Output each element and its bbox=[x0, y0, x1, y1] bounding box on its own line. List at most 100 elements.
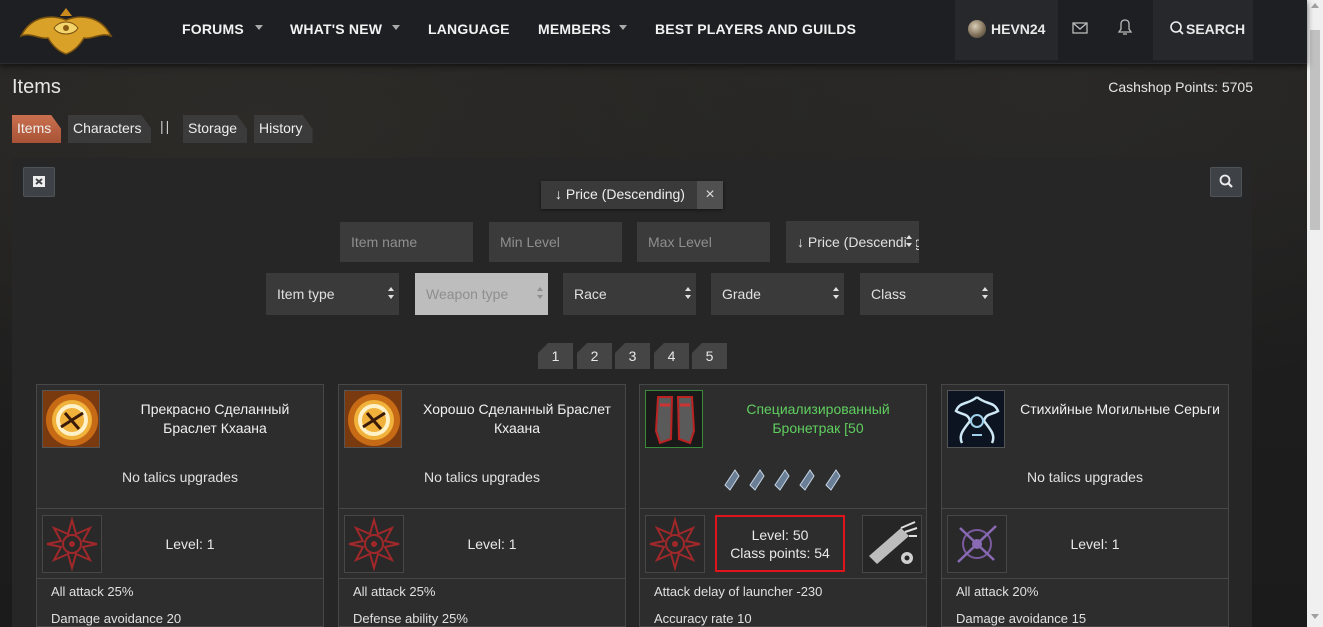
grade-value: Grade bbox=[722, 286, 761, 302]
weapon-type-select[interactable]: Weapon type bbox=[415, 273, 548, 315]
nav-forums[interactable]: FORUMS bbox=[182, 0, 244, 58]
talic-gem-icon bbox=[825, 469, 841, 491]
class-value: Class bbox=[871, 286, 907, 302]
search-icon bbox=[1219, 174, 1233, 188]
bell-icon bbox=[1117, 19, 1133, 35]
select-arrows-icon bbox=[537, 287, 543, 301]
item-name: Стихийные Могильные Серьги bbox=[1020, 401, 1220, 417]
armor-legs-icon bbox=[645, 390, 703, 448]
divider bbox=[942, 508, 1228, 509]
item-name-input[interactable] bbox=[340, 222, 473, 262]
divider bbox=[339, 578, 625, 579]
launcher-icon bbox=[862, 515, 922, 573]
item-type-select[interactable]: Item type bbox=[266, 273, 399, 315]
cashshop-points: Cashshop Points: 5705 bbox=[1108, 79, 1253, 95]
level-class-points-box: Level: 50 Class points: 54 bbox=[715, 515, 845, 572]
search-icon bbox=[1170, 21, 1184, 35]
item-name: Специализированный Бронетрак [50 bbox=[746, 401, 890, 436]
user-menu[interactable]: HEVN24 bbox=[955, 0, 1058, 60]
avatar bbox=[968, 20, 986, 38]
item-stat: Damage avoidance 15 bbox=[956, 611, 1087, 626]
clear-filters-button[interactable] bbox=[23, 167, 55, 197]
scroll-thumb[interactable] bbox=[1310, 30, 1320, 230]
envelope-icon bbox=[1072, 22, 1088, 34]
grade-select[interactable]: Grade bbox=[711, 273, 844, 315]
star-emblem-icon bbox=[645, 515, 705, 573]
scroll-down-icon[interactable] bbox=[1311, 614, 1319, 619]
username: HEVN24 bbox=[991, 21, 1046, 37]
max-level-input[interactable] bbox=[637, 222, 770, 262]
select-arrows-icon bbox=[388, 287, 394, 301]
item-stat: Defense ability 25% bbox=[353, 611, 468, 626]
class-points: Class points: 54 bbox=[730, 545, 830, 561]
race-select[interactable]: Race bbox=[563, 273, 696, 315]
select-arrows-icon bbox=[833, 287, 839, 301]
nav-whats-new[interactable]: WHAT'S NEW bbox=[290, 0, 382, 58]
search-button[interactable]: SEARCH bbox=[1153, 0, 1253, 60]
item-card[interactable]: Хорошо Сделанный Браслет Кхаана No talic… bbox=[338, 384, 626, 627]
item-level: Level: 50 bbox=[751, 527, 809, 543]
class-select[interactable]: Class bbox=[860, 273, 993, 315]
page-title: Items bbox=[12, 76, 61, 98]
item-type-value: Item type bbox=[277, 286, 335, 302]
sort-select-value: ↓ Price (Descending) bbox=[797, 234, 919, 250]
divider bbox=[640, 508, 926, 509]
item-stat: All attack 20% bbox=[956, 584, 1039, 599]
scroll-up-icon[interactable] bbox=[1311, 3, 1319, 8]
tab-history[interactable]: History bbox=[254, 115, 313, 143]
nav-best-players[interactable]: BEST PLAYERS AND GUILDS bbox=[655, 0, 856, 58]
chevron-down-icon[interactable] bbox=[392, 25, 400, 30]
active-sort-chip: ↓ Price (Descending) × bbox=[541, 181, 723, 209]
talic-gem-icon bbox=[749, 469, 765, 491]
talics-status: No talics upgrades bbox=[424, 469, 540, 485]
tab-characters[interactable]: Characters bbox=[68, 115, 151, 143]
earrings-icon bbox=[947, 390, 1005, 448]
divider bbox=[942, 578, 1228, 579]
select-arrows-icon bbox=[982, 287, 988, 301]
item-stat: Damage avoidance 20 bbox=[51, 611, 182, 626]
divider bbox=[640, 578, 926, 579]
bracelet-icon bbox=[344, 390, 402, 448]
chevron-down-icon[interactable] bbox=[619, 25, 627, 30]
page-scrollbar[interactable] bbox=[1307, 0, 1323, 627]
divider bbox=[37, 508, 323, 509]
inbox-button[interactable] bbox=[1058, 0, 1102, 58]
sort-chip-label: ↓ Price (Descending) bbox=[555, 186, 685, 202]
talic-gem-icon bbox=[799, 469, 815, 491]
tab-storage[interactable]: Storage bbox=[183, 115, 247, 143]
remove-sort-button[interactable]: × bbox=[697, 181, 723, 209]
item-card[interactable]: Стихийные Могильные Серьги No talics upg… bbox=[941, 384, 1229, 627]
item-level: Level: 1 bbox=[1070, 536, 1120, 552]
site-logo[interactable] bbox=[16, 6, 116, 56]
tab-separator: || bbox=[160, 118, 172, 134]
item-stat: Accuracy rate 10 bbox=[654, 611, 752, 626]
item-level: Level: 1 bbox=[165, 536, 215, 552]
item-card[interactable]: Специализированный Бронетрак [50 Level: … bbox=[639, 384, 927, 627]
talics-status: No talics upgrades bbox=[122, 469, 238, 485]
item-stat: All attack 25% bbox=[353, 584, 436, 599]
select-arrows-icon bbox=[906, 235, 916, 251]
tab-items[interactable]: Items bbox=[12, 115, 61, 143]
item-name: Хорошо Сделанный Браслет Кхаана bbox=[423, 401, 611, 436]
min-level-input[interactable] bbox=[489, 222, 622, 262]
top-navigation: FORUMS WHAT'S NEW LANGUAGE MEMBERS BEST … bbox=[0, 0, 1307, 64]
weapon-type-value: Weapon type bbox=[426, 286, 509, 302]
search-label: SEARCH bbox=[1186, 21, 1246, 37]
item-level: Level: 1 bbox=[467, 536, 517, 552]
divider bbox=[339, 508, 625, 509]
select-arrows-icon bbox=[685, 287, 691, 301]
chevron-down-icon[interactable] bbox=[255, 25, 263, 30]
sort-select[interactable]: ↓ Price (Descending) bbox=[786, 221, 919, 263]
alerts-button[interactable] bbox=[1103, 0, 1147, 58]
item-stat: Attack delay of launcher -230 bbox=[654, 584, 823, 599]
nav-members[interactable]: MEMBERS bbox=[538, 0, 611, 58]
close-icon bbox=[33, 176, 45, 187]
bracelet-icon bbox=[42, 390, 100, 448]
item-card[interactable]: Прекрасно Сделанный Браслет Кхаана No ta… bbox=[36, 384, 324, 627]
talic-gem-icon bbox=[724, 469, 740, 491]
search-toggle-button[interactable] bbox=[1210, 167, 1242, 197]
nav-language[interactable]: LANGUAGE bbox=[428, 0, 510, 58]
item-stat: All attack 25% bbox=[51, 584, 134, 599]
item-name: Прекрасно Сделанный Браслет Кхаана bbox=[140, 401, 290, 436]
talics-status: No talics upgrades bbox=[1027, 469, 1143, 485]
